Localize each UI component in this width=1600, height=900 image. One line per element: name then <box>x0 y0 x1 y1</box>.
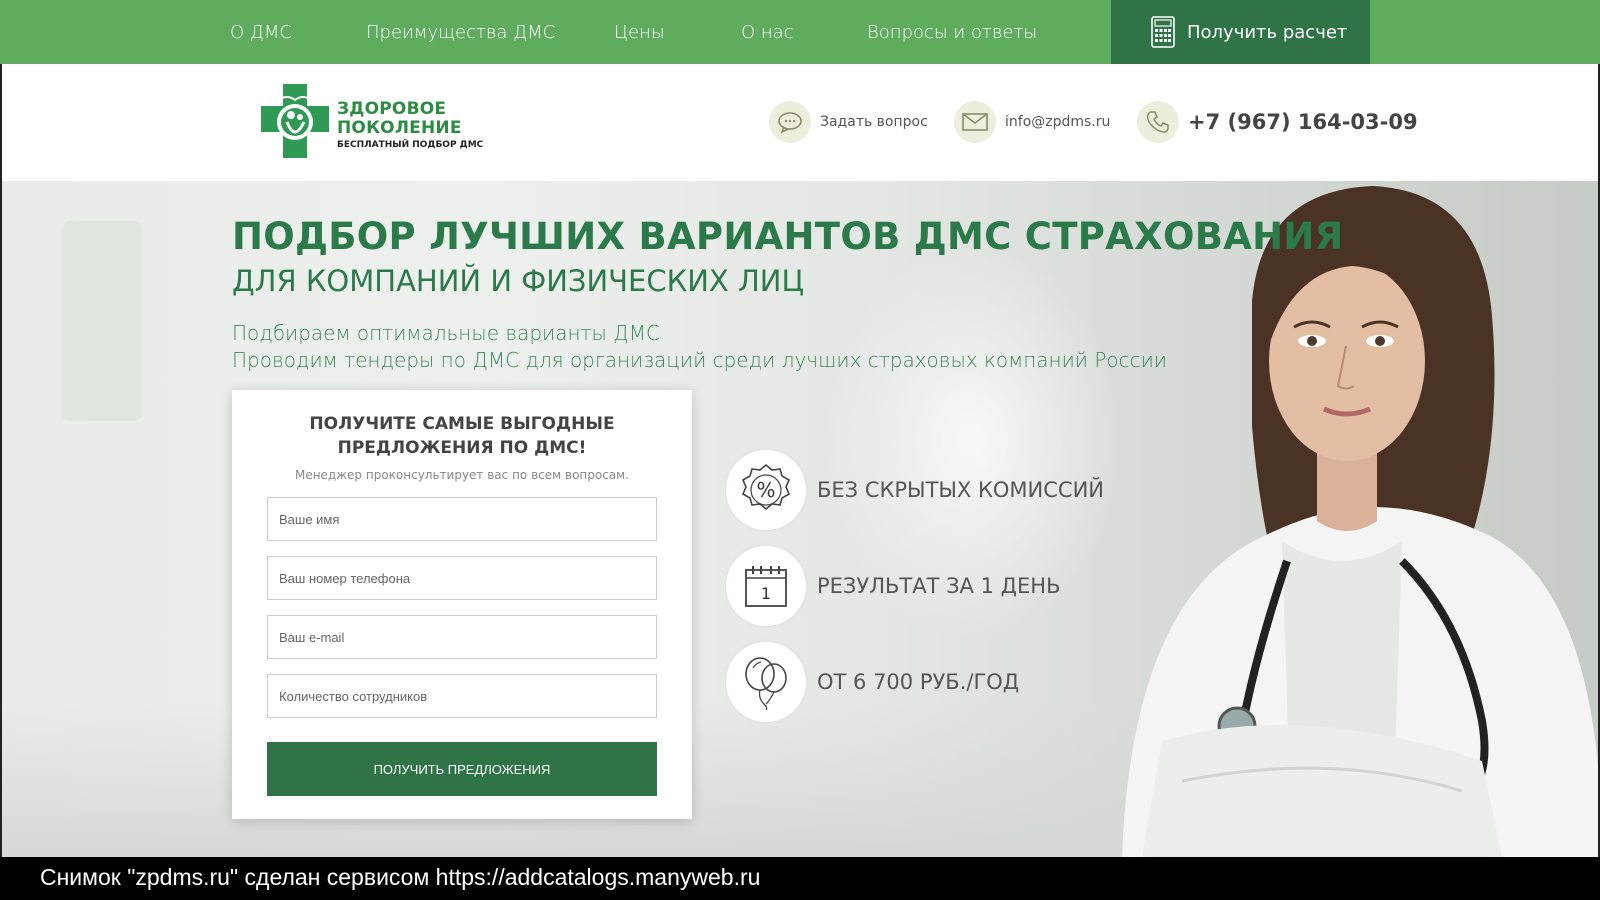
envelope-icon <box>962 113 988 131</box>
logo-tagline: БЕСПЛАТНЫЙ ПОДБОР ДМС <box>337 140 484 150</box>
feature-one-day: 1 РЕЗУЛЬТАТ ЗА 1 ДЕНЬ <box>726 546 1061 626</box>
nav-item-about-dms[interactable]: О ДМС <box>230 0 292 64</box>
nav-item-about-us[interactable]: О нас <box>741 0 794 64</box>
svg-text:%: % <box>756 478 775 502</box>
hero-line-2: Проводим тендеры по ДМС для организаций … <box>232 348 1167 372</box>
screenshot-caption: Снимок "zpdms.ru" сделан сервисом https:… <box>0 857 1600 900</box>
email-field[interactable] <box>267 615 657 659</box>
hero-subtitle: ДЛЯ КОМПАНИЙ И ФИЗИЧЕСКИХ ЛИЦ <box>232 264 805 298</box>
employees-count-field[interactable] <box>267 674 657 718</box>
nav-item-prices[interactable]: Цены <box>614 0 665 64</box>
calendar-day-number: 1 <box>761 584 771 603</box>
balloons-icon <box>745 657 787 710</box>
feature-no-commission-label: БЕЗ СКРЫТЫХ КОМИССИЙ <box>817 478 1105 502</box>
feature-price-label: ОТ 6 700 РУБ./ГОД <box>817 670 1020 694</box>
email-link[interactable]: info@zpdms.ru <box>954 100 1110 144</box>
form-title-line2: ПРЕДЛОЖЕНИЯ ПО ДМС! <box>337 438 587 458</box>
hero-section: ПОДБОР ЛУЧШИХ ВАРИАНТОВ ДМС СТРАХОВАНИЯ … <box>0 181 1600 857</box>
speech-bubble-icon <box>778 112 802 134</box>
logo-title-line2: ПОКОЛЕНИЕ <box>337 118 462 138</box>
feature-one-day-label: РЕЗУЛЬТАТ ЗА 1 ДЕНЬ <box>817 574 1061 598</box>
calendar-icon: 1 <box>745 566 787 607</box>
phone-field[interactable] <box>267 556 657 600</box>
email-label: info@zpdms.ru <box>1005 114 1111 130</box>
logo-cross-icon <box>261 84 329 158</box>
phone-link[interactable]: +7 (967) 164-03-09 <box>1137 100 1418 144</box>
calculator-icon <box>1151 16 1175 48</box>
hero-line-1: Подбираем оптимальные варианты ДМС <box>232 321 660 345</box>
nav-item-advantages[interactable]: Преимущества ДМС <box>366 0 555 64</box>
nav-item-faq[interactable]: Вопросы и ответы <box>867 0 1037 64</box>
logo-title-line1: ЗДОРОВОЕ <box>337 99 447 119</box>
ask-question-link[interactable]: Задать вопрос <box>769 100 928 144</box>
feature-no-commission: % БЕЗ СКРЫТЫХ КОМИССИЙ <box>726 450 1104 530</box>
get-calculation-label: Получить расчет <box>1187 21 1348 43</box>
site-header: ЗДОРОВОЕ ПОКОЛЕНИЕ БЕСПЛАТНЫЙ ПОДБОР ДМС… <box>0 64 1600 181</box>
form-title-line1: ПОЛУЧИТЕ САМЫЕ ВЫГОДНЫЕ <box>309 414 615 434</box>
doctor-image <box>1122 186 1598 857</box>
name-field[interactable] <box>267 497 657 541</box>
top-navigation: О ДМС Преимущества ДМС Цены О нас Вопрос… <box>0 0 1600 64</box>
phone-number: +7 (967) 164-03-09 <box>1188 110 1418 134</box>
offer-form: ПОЛУЧИТЕ САМЫЕ ВЫГОДНЫЕ ПРЕДЛОЖЕНИЯ ПО Д… <box>232 390 692 819</box>
form-subtitle: Менеджер проконсультирует вас по всем во… <box>294 468 630 482</box>
feature-price: ОТ 6 700 РУБ./ГОД <box>726 642 1019 722</box>
get-offers-button[interactable]: ПОЛУЧИТЬ ПРЕДЛОЖЕНИЯ <box>267 742 657 796</box>
phone-icon <box>1146 111 1169 133</box>
ask-question-label: Задать вопрос <box>820 114 928 130</box>
logo[interactable]: ЗДОРОВОЕ ПОКОЛЕНИЕ БЕСПЛАТНЫЙ ПОДБОР ДМС <box>257 82 487 162</box>
get-calculation-button[interactable]: Получить расчет <box>1111 0 1370 64</box>
percent-badge-icon: % <box>741 463 791 511</box>
hero-title: ПОДБОР ЛУЧШИХ ВАРИАНТОВ ДМС СТРАХОВАНИЯ <box>232 215 1344 258</box>
